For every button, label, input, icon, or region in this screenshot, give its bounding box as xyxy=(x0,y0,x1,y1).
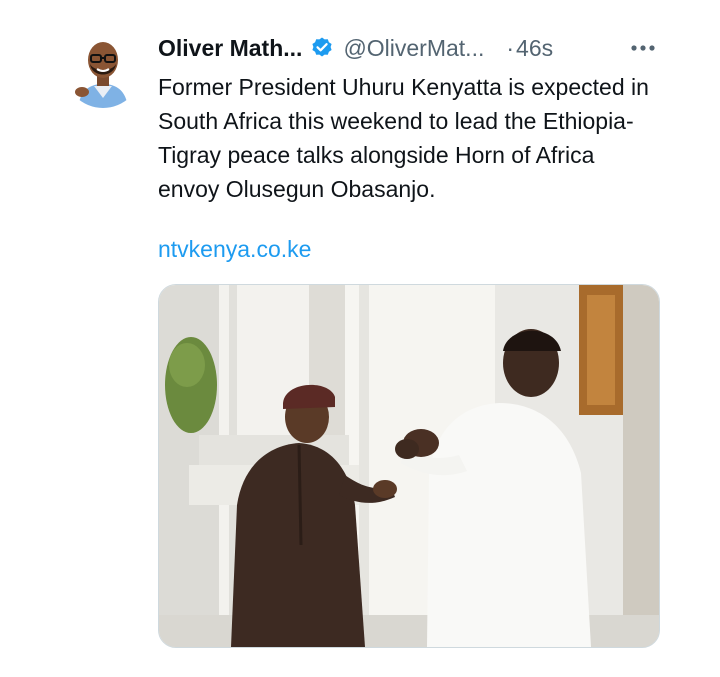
tweet-header: Oliver Math... @OliverMat... · 46s xyxy=(158,30,678,66)
header-separator: · xyxy=(506,34,515,61)
photo-image xyxy=(159,285,659,647)
author-display-name[interactable]: Oliver Math... xyxy=(158,35,302,62)
avatar[interactable] xyxy=(64,30,142,108)
tweet-photo[interactable] xyxy=(158,284,660,648)
tweet-link[interactable]: ntvkenya.co.ke xyxy=(158,232,311,266)
tweet-timestamp[interactable]: 46s xyxy=(516,35,553,62)
verified-badge-icon xyxy=(310,36,334,60)
more-options-icon[interactable] xyxy=(628,30,658,66)
author-handle[interactable]: @OliverMat... xyxy=(343,35,484,62)
avatar-image xyxy=(64,30,142,108)
tweet[interactable]: Oliver Math... @OliverMat... · 46s Forme… xyxy=(0,0,720,677)
tweet-text: Former President Uhuru Kenyatta is expec… xyxy=(158,74,649,202)
